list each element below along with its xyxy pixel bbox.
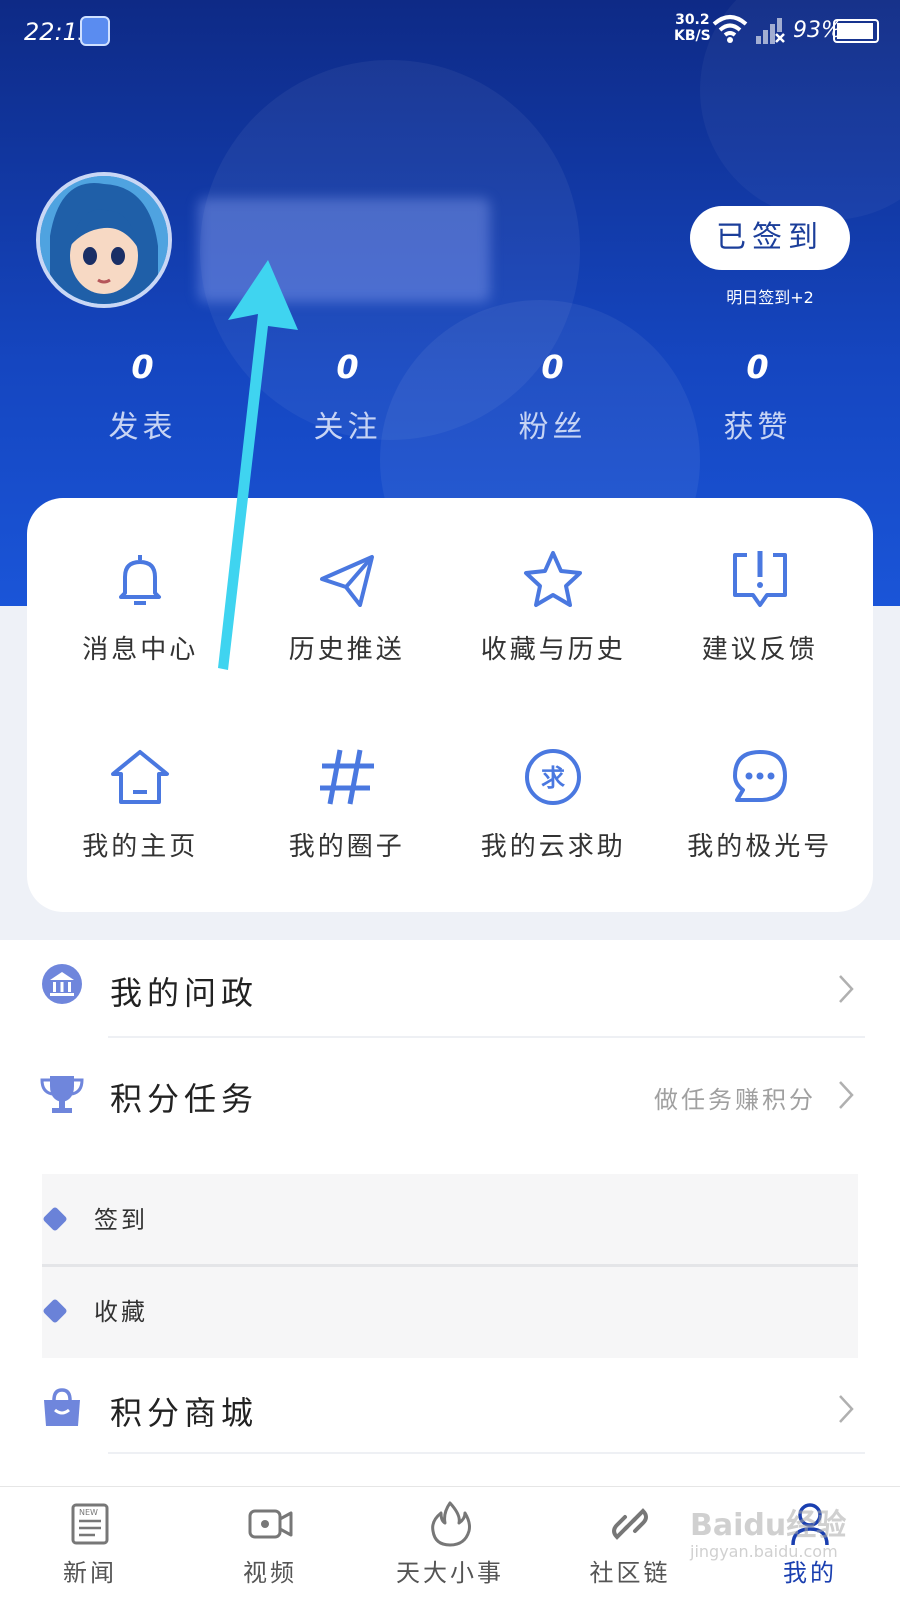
stat-label: 发表: [108, 410, 177, 445]
avatar[interactable]: [36, 172, 172, 308]
tab-news[interactable]: NEW 新闻: [0, 1487, 180, 1600]
tab-tianda-news[interactable]: 天大小事: [360, 1487, 540, 1600]
grid-item-label: 消息中心: [82, 635, 199, 665]
grid-item-label: 我的主页: [82, 832, 199, 862]
watermark-url: jingyan.baidu.com: [690, 1542, 838, 1561]
news-icon: NEW: [71, 1503, 109, 1545]
video-icon: [248, 1509, 293, 1539]
stat-value: 0: [131, 348, 154, 386]
chevron-right-icon: [839, 1081, 854, 1109]
grid-item-favorites-history[interactable]: 收藏与历史: [450, 508, 657, 705]
grid-item-aurora-account[interactable]: 我的极光号: [657, 705, 864, 902]
news-icon-text: NEW: [79, 1508, 98, 1517]
net-speed-unit: KB/S: [674, 28, 711, 44]
tab-label: 视频: [243, 1559, 297, 1587]
help-seal-glyph: 求: [541, 764, 565, 792]
stat-likes[interactable]: 0 获赞: [655, 348, 860, 448]
grid-item-label: 建议反馈: [701, 635, 818, 665]
flame-icon: [431, 1501, 471, 1547]
task-list: 签到 收藏: [42, 1174, 858, 1358]
stat-following[interactable]: 0 关注: [245, 348, 450, 448]
stat-value: 0: [541, 348, 564, 386]
wifi-icon: [712, 15, 748, 43]
menu-item-title: 积分商城: [110, 1394, 259, 1432]
grid-item-history-push[interactable]: 历史推送: [244, 508, 451, 705]
paper-plane-icon: [319, 555, 374, 607]
divider: [108, 1452, 865, 1454]
stat-value: 0: [336, 348, 359, 386]
checkin-hint: 明日签到+2: [726, 288, 814, 307]
grid-item-label: 我的云求助: [480, 832, 626, 862]
watermark-brand: Baidu经验: [690, 1508, 847, 1543]
status-bar: 22:15 30.2 KB/S 93%: [0, 0, 900, 62]
chevron-right-icon: [839, 1395, 854, 1423]
diamond-bullet-icon: [42, 1298, 68, 1324]
trophy-icon: [40, 1076, 84, 1113]
tab-label: 新闻: [63, 1559, 117, 1587]
tab-video[interactable]: 视频: [180, 1487, 360, 1600]
stat-posts[interactable]: 0 发表: [40, 348, 245, 448]
menu-item-title: 积分任务: [110, 1080, 259, 1118]
grid-item-my-circles[interactable]: 我的圈子: [244, 705, 451, 902]
task-item-favorite[interactable]: 收藏: [42, 1266, 858, 1356]
stat-label: 获赞: [723, 410, 792, 445]
avatar-image: [40, 176, 168, 304]
net-speed-value: 30.2: [675, 12, 710, 28]
stat-fans[interactable]: 0 粉丝: [450, 348, 655, 448]
bell-icon: [119, 555, 162, 605]
net-speed: 30.2 KB/S: [674, 12, 711, 44]
menu-item-points-mall[interactable]: 积分商城: [0, 1358, 900, 1458]
chevron-right-icon: [839, 975, 854, 1003]
menu-item-title: 我的问政: [110, 974, 259, 1012]
link-icon: [612, 1508, 648, 1540]
menu-item-hint: 做任务赚积分: [654, 1086, 816, 1114]
stat-value: 0: [746, 348, 769, 386]
menu-item-my-wenzheng[interactable]: 我的问政: [0, 940, 900, 1038]
profile-stats: 0 发表 0 关注 0 粉丝 0 获赞: [40, 348, 860, 448]
menu-item-points-task[interactable]: 积分任务 做任务赚积分: [0, 1038, 900, 1150]
stat-label: 关注: [313, 410, 382, 445]
tab-label: 社区链: [589, 1559, 671, 1587]
grid-item-label: 我的圈子: [288, 832, 405, 862]
task-label: 收藏: [94, 1298, 148, 1326]
grid-item-feedback[interactable]: 建议反馈: [657, 508, 864, 705]
grid-item-label: 我的极光号: [687, 832, 833, 862]
feedback-icon: [732, 551, 787, 607]
grid-item-cloud-help[interactable]: 求 我的云求助: [450, 705, 657, 902]
diamond-bullet-icon: [42, 1206, 68, 1232]
government-icon: [42, 964, 82, 1004]
feature-grid: 消息中心 历史推送 收藏与历史 建议反馈 我的主页 我的圈子 求 我的云求助 我…: [27, 498, 873, 912]
grid-item-message-center[interactable]: 消息中心: [37, 508, 244, 705]
checkin-button[interactable]: 已签到: [690, 206, 850, 270]
stat-label: 粉丝: [518, 410, 587, 445]
grid-item-label: 收藏与历史: [480, 635, 626, 665]
grid-item-my-homepage[interactable]: 我的主页: [37, 705, 244, 902]
app-notification-icon: [80, 16, 110, 46]
shopping-bag-icon: [44, 1388, 80, 1426]
home-icon: [111, 750, 170, 804]
chat-bubble-icon: [732, 750, 787, 802]
help-seal-icon: 求: [525, 749, 582, 805]
battery-icon: [833, 19, 879, 43]
task-label: 签到: [94, 1206, 148, 1234]
grid-item-label: 历史推送: [288, 635, 405, 665]
hash-icon: [319, 749, 374, 805]
task-item-checkin[interactable]: 签到: [42, 1174, 858, 1267]
tab-label: 天大小事: [396, 1559, 504, 1587]
username-redacted: [198, 198, 490, 302]
signal-icon: [756, 18, 785, 44]
star-icon: [524, 551, 583, 607]
